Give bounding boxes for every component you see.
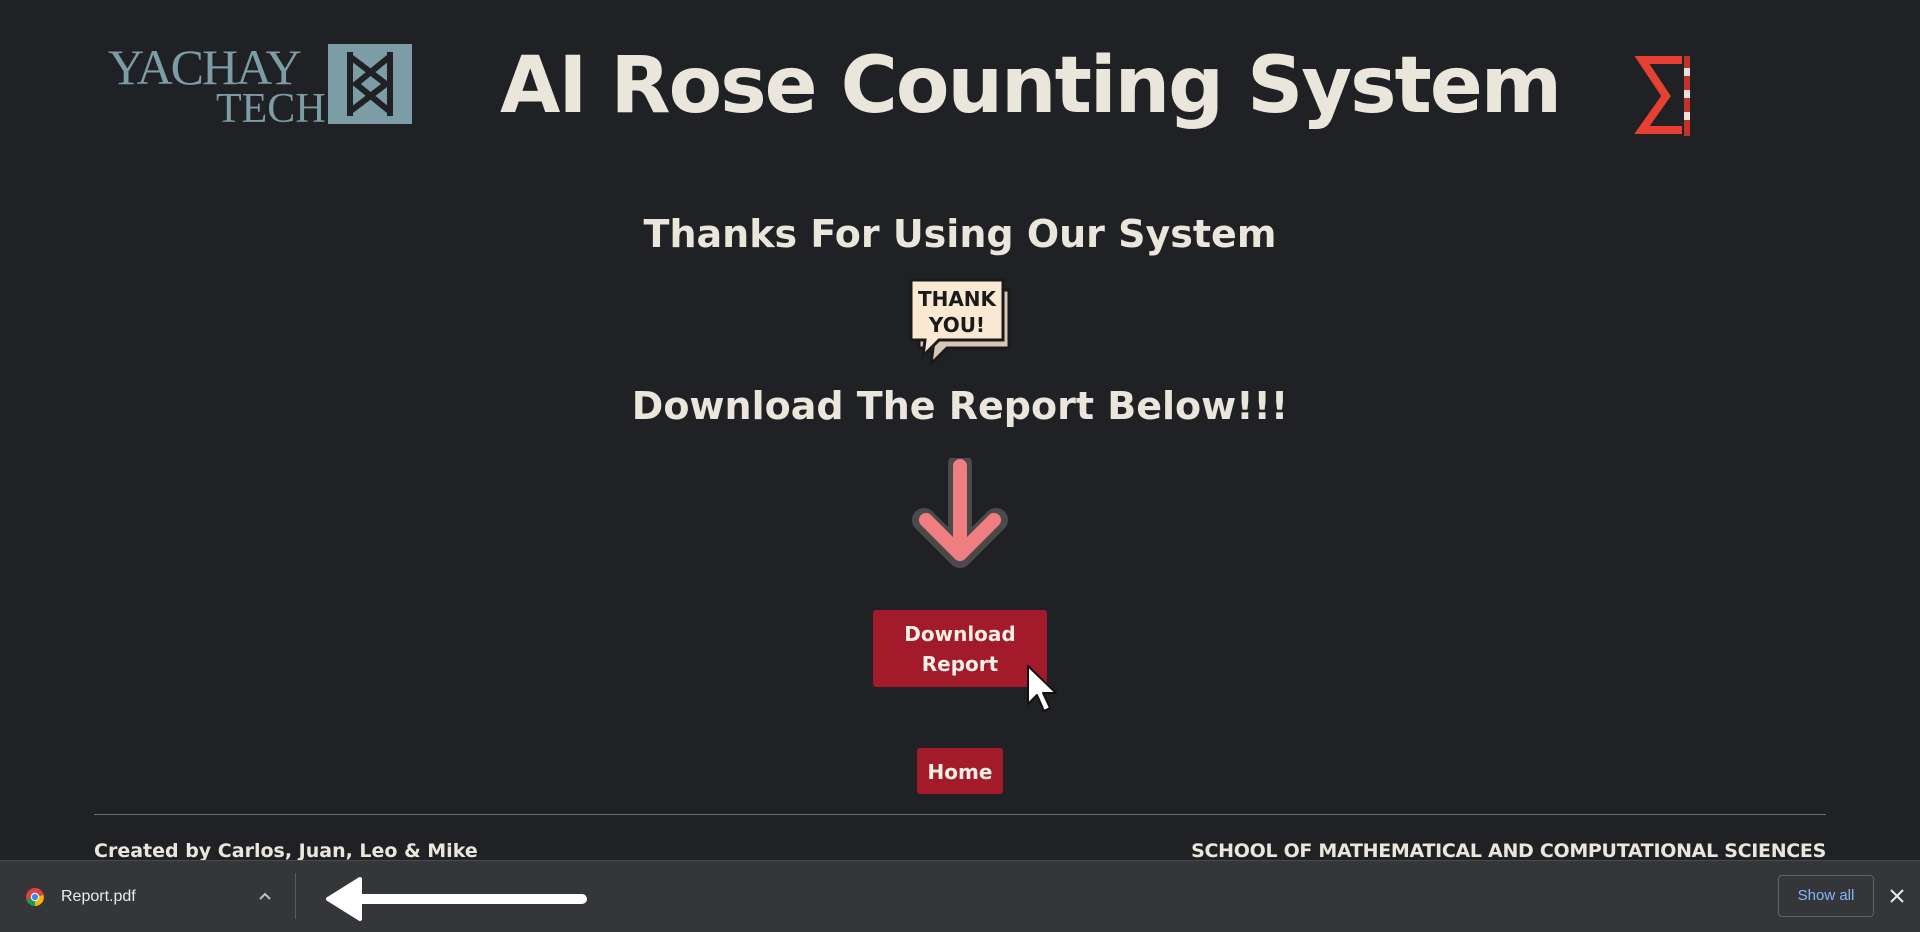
logo-wordmark: YACHAY TECH (106, 39, 326, 132)
sigma-logo-icon[interactable] (1632, 54, 1694, 138)
download-file-name: Report.pdf (61, 888, 136, 905)
yachay-mark-icon (328, 44, 412, 124)
left-arrow-icon (326, 877, 587, 921)
mouse-cursor-icon (1027, 665, 1057, 712)
download-button-line-1: Download (904, 621, 1016, 646)
down-arrow-icon (912, 458, 1008, 568)
thanks-heading: Thanks For Using Our System (643, 212, 1277, 256)
home-button[interactable]: Home (917, 748, 1003, 794)
logo-line-1: YACHAY (108, 39, 302, 95)
download-heading: Download The Report Below!!! (631, 384, 1289, 428)
app-title: AI Rose Counting System (500, 41, 1562, 131)
badge-line-2: YOU! (928, 313, 985, 337)
download-button-line-2: Report (921, 651, 999, 676)
chrome-icon (26, 888, 44, 906)
footer-divider (94, 814, 1826, 815)
download-separator (295, 873, 296, 919)
download-report-button[interactable]: Download Report (873, 610, 1047, 687)
show-all-button[interactable]: Show all (1778, 875, 1874, 917)
download-item[interactable]: Report.pdf (0, 861, 296, 932)
yachay-tech-logo[interactable]: YACHAY TECH (106, 39, 412, 132)
header: YACHAY TECH AI Rose Counting System (0, 0, 1920, 175)
chevron-up-icon[interactable] (256, 887, 274, 905)
badge-line-1: THANK (918, 287, 998, 311)
download-bar: Report.pdf Show all (0, 860, 1920, 932)
close-icon[interactable] (1888, 887, 1906, 905)
speech-bubble-icon: THANK YOU! (909, 278, 1011, 366)
logo-line-2: TECH (216, 86, 326, 132)
